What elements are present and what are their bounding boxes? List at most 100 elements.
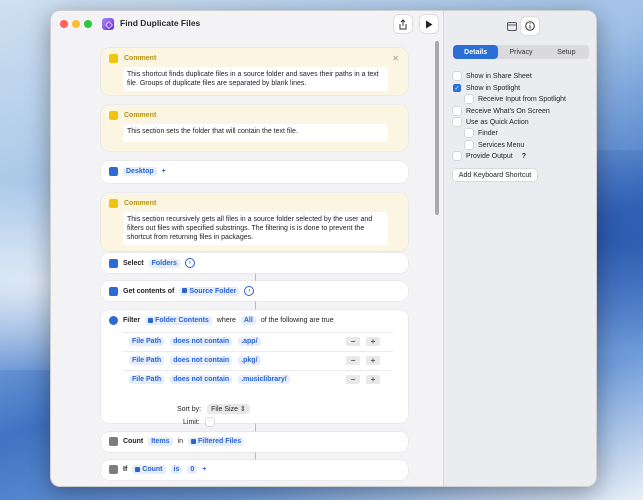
close-icon[interactable]: ✕ — [392, 54, 399, 63]
tab-setup[interactable]: Setup — [544, 45, 589, 59]
option-finder[interactable]: Finder — [465, 129, 498, 137]
sort-popup[interactable]: File Size ⇕ — [207, 404, 250, 414]
add-button[interactable]: + — [162, 168, 166, 175]
tab-details[interactable]: Details — [453, 45, 499, 59]
share-button[interactable] — [394, 15, 412, 33]
folder-contents-token[interactable]: Folder Contents — [145, 316, 212, 325]
items-token[interactable]: Items — [148, 437, 173, 446]
count-action[interactable]: Count Items in Filtered Files — [101, 432, 408, 452]
option-label: Show in Share Sheet — [466, 72, 532, 80]
checkbox[interactable] — [453, 118, 461, 126]
document-icon — [109, 258, 118, 268]
checkbox-checked[interactable]: ✓ — [453, 84, 461, 92]
operator-token[interactable]: does not contain — [170, 336, 233, 346]
add-condition-button[interactable]: + — [366, 375, 380, 384]
filtered-files-token[interactable]: Filtered Files — [187, 437, 245, 446]
option-receive-spotlight[interactable]: Receive Input from Spotlight — [465, 95, 566, 103]
flow-connector — [255, 273, 256, 281]
limit-checkbox[interactable] — [205, 418, 214, 426]
option-label: Finder — [478, 129, 498, 137]
run-button[interactable] — [420, 15, 438, 33]
option-provide-output[interactable]: Provide Output ? — [453, 152, 526, 160]
editor-pane: Find Duplicate Files Comment ✕ This shor… — [51, 11, 443, 486]
comment-label: Comment — [124, 55, 157, 62]
info-button[interactable] — [521, 17, 539, 35]
option-label: Provide Output — [466, 152, 513, 160]
add-button[interactable]: + — [202, 466, 206, 473]
comment-text[interactable]: This shortcut finds duplicate files in a… — [123, 67, 388, 91]
remove-condition-button[interactable]: − — [346, 356, 360, 365]
editor-scrollbar[interactable] — [435, 41, 439, 481]
get-contents-action[interactable]: Get contents of Source Folder › — [101, 281, 408, 301]
is-token[interactable]: is — [170, 465, 183, 474]
value-token[interactable]: .musiclibrary/ — [238, 374, 290, 384]
add-condition-button[interactable]: + — [366, 337, 380, 346]
option-whats-on-screen[interactable]: Receive What's On Screen — [453, 107, 550, 115]
add-condition-button[interactable]: + — [366, 356, 380, 365]
comment-action[interactable]: Comment ✕ This shortcut finds duplicate … — [101, 48, 408, 95]
remove-condition-button[interactable]: − — [346, 375, 360, 384]
chevron-right-icon[interactable]: › — [184, 258, 195, 268]
scroll-thumb[interactable] — [435, 41, 439, 215]
filter-suffix: of the following are true — [260, 317, 334, 324]
variable-icon — [190, 438, 196, 444]
add-keyboard-shortcut-button[interactable]: Add Keyboard Shortcut — [453, 169, 537, 181]
chevron-right-icon[interactable]: › — [244, 286, 255, 296]
shortcut-icon[interactable] — [102, 18, 114, 30]
field-token[interactable]: File Path — [129, 336, 165, 346]
share-icon — [399, 18, 407, 29]
filter-action[interactable]: Filter Folder Contents where All of the … — [101, 310, 408, 426]
comment-header: Comment — [109, 111, 156, 120]
comment-text[interactable]: This section sets the folder that will c… — [123, 124, 388, 142]
field-token[interactable]: File Path — [129, 374, 165, 384]
checkbox[interactable] — [453, 152, 461, 160]
document-icon — [109, 167, 118, 176]
checkbox[interactable] — [465, 95, 473, 103]
option-label: Show in Spotlight — [466, 84, 521, 92]
title-bar: Find Duplicate Files — [51, 11, 443, 39]
library-button[interactable] — [503, 17, 521, 35]
comment-action[interactable]: Comment This section sets the folder tha… — [101, 105, 408, 151]
checkbox[interactable] — [453, 107, 461, 115]
checkbox[interactable] — [453, 72, 461, 80]
source-folder-token[interactable]: Source Folder — [179, 286, 240, 296]
close-window-button[interactable] — [60, 20, 68, 28]
folder-icon — [109, 286, 118, 296]
minimize-window-button[interactable] — [72, 20, 80, 28]
option-spotlight[interactable]: ✓ Show in Spotlight — [453, 84, 520, 92]
value-token[interactable]: .pkg/ — [238, 355, 261, 365]
branch-icon — [109, 465, 118, 474]
folder-action[interactable]: Desktop + — [101, 161, 408, 183]
count-token[interactable]: Count — [132, 465, 166, 474]
option-quick-action[interactable]: Use as Quick Action — [453, 118, 529, 126]
operator-token[interactable]: does not contain — [170, 374, 233, 384]
sort-row: Sort by: File Size ⇕ — [177, 404, 250, 414]
select-action[interactable]: Select Folders › — [101, 253, 408, 273]
filter-condition-row: File Path does not contain .musiclibrary… — [123, 370, 393, 387]
value-token[interactable]: .app/ — [238, 336, 261, 346]
option-share-sheet[interactable]: Show in Share Sheet — [453, 72, 532, 80]
all-token[interactable]: All — [240, 316, 256, 325]
field-token[interactable]: File Path — [129, 355, 165, 365]
zero-token[interactable]: 0 — [187, 465, 198, 474]
checkbox[interactable] — [465, 129, 473, 137]
filter-condition-row: File Path does not contain .pkg/ − + — [123, 351, 393, 368]
option-services-menu[interactable]: Services Menu — [465, 141, 524, 149]
comment-text[interactable]: This section recursively gets all files … — [123, 212, 388, 245]
window-title: Find Duplicate Files — [120, 18, 201, 28]
filtered-files-token-label: Filtered Files — [197, 438, 242, 445]
if-action[interactable]: If Count is 0 + — [101, 460, 408, 480]
tab-privacy[interactable]: Privacy — [498, 45, 543, 59]
operator-token[interactable]: does not contain — [170, 355, 233, 365]
zoom-window-button[interactable] — [84, 20, 92, 28]
remove-condition-button[interactable]: − — [346, 337, 360, 346]
comment-action[interactable]: Comment This section recursively gets al… — [101, 193, 408, 251]
variable-icon — [148, 317, 154, 323]
option-label: Receive Input from Spotlight — [478, 95, 566, 103]
folder-contents-token-label: Folder Contents — [155, 317, 209, 324]
checkbox[interactable] — [465, 141, 473, 149]
help-icon[interactable]: ? — [522, 153, 526, 160]
folders-token[interactable]: Folders — [148, 258, 180, 268]
desktop-token[interactable]: Desktop — [123, 167, 157, 176]
sigma-icon — [109, 437, 118, 446]
